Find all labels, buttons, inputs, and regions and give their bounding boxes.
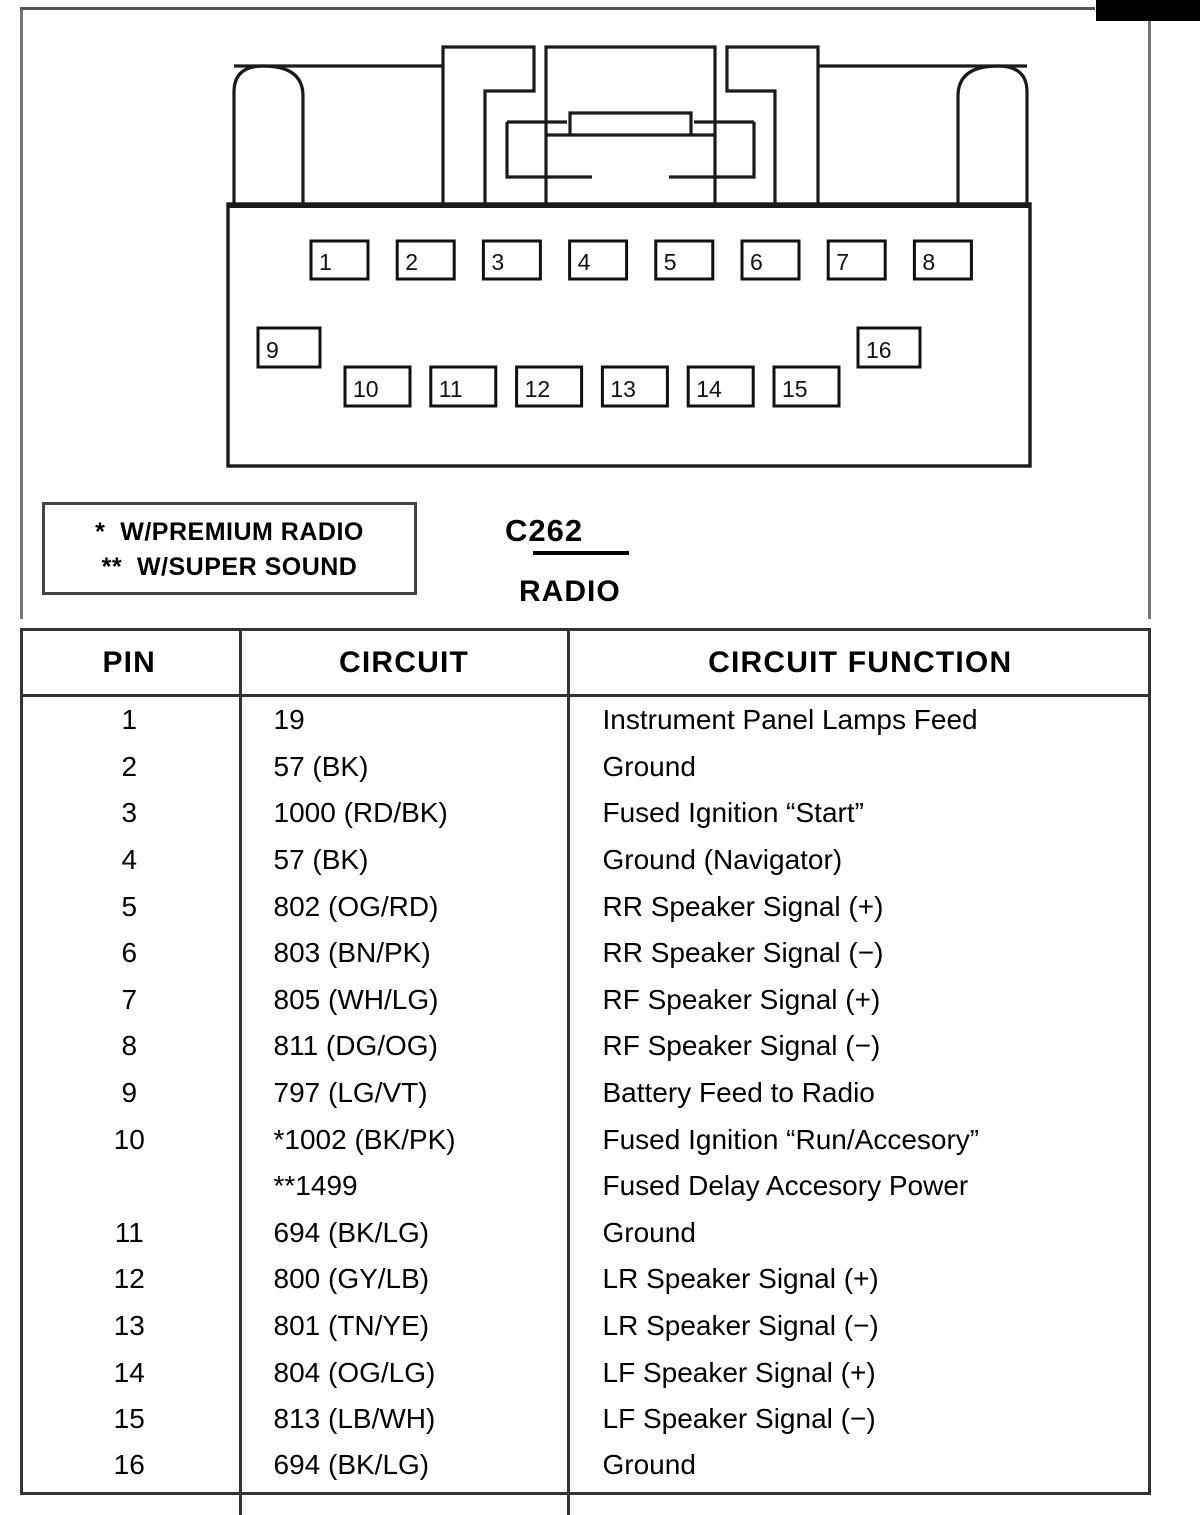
connector-latch-pad-upper (568, 111, 693, 135)
cell-pin: 13 (113, 1310, 145, 1342)
legend-box: * W/PREMIUM RADIO ** W/SUPER SOUND (42, 502, 417, 595)
cell-circuit-function: RF Speaker Signal (+) (566, 976, 1151, 1024)
cell-pin: 12 (113, 1263, 145, 1295)
table-row: 16 694 (BK/LG) Ground (20, 1442, 1151, 1515)
cell-circuit-function: LF Speaker Signal (+) (566, 1349, 1151, 1396)
cell-circuit-function: LR Speaker Signal (+) (566, 1256, 1151, 1303)
connector-latch-shoulder-left (505, 122, 592, 179)
cell-circuit: 57 (BK) (238, 743, 568, 791)
connector-left-tab (232, 64, 305, 204)
table-row: 6 803 (BN/PK) RR Speaker Signal (−) (20, 929, 1151, 977)
cell-pin: 10 (113, 1123, 145, 1155)
cell-circuit-function: Fused Delay Accesory Power (566, 1162, 1151, 1210)
cell-pin: 11 (114, 1216, 144, 1248)
page-corner-marker (1096, 0, 1200, 21)
connector-id-label: C262 (505, 513, 584, 548)
table-row: 13 801 (TN/YE) LR Speaker Signal (−) (20, 1302, 1151, 1350)
page-canvas: 12345678 9 16 10 11 12 13 14 15 * W/PREMIUM RAD… (0, 0, 1200, 1515)
pin-assignment-table: PIN CIRCUIT CIRCUIT FUNCTION 1 19 Instrume… (20, 628, 1151, 1515)
cell-circuit-function: Ground (566, 743, 1151, 791)
table-row: 11 694 (BK/LG) Ground (20, 1209, 1151, 1257)
column-header-function: CIRCUIT FUNCTION (566, 628, 1151, 697)
cell-pin: 5 (121, 890, 138, 922)
connector-diagram (226, 45, 1032, 468)
connector-latch-arm-right (725, 45, 820, 204)
cell-pin: 8 (121, 1030, 138, 1062)
cell-circuit: 801 (TN/YE) (238, 1302, 568, 1350)
connector-body (226, 202, 1032, 468)
cell-circuit: 811 (DG/OG) (238, 1023, 568, 1070)
cell-circuit: 797 (LG/VT) (238, 1069, 568, 1117)
connector-latch-shoulder-right (669, 122, 756, 179)
cell-pin: 14 (113, 1356, 145, 1388)
table-row: 10 *1002 (BK/PK) Fused Ignition “Run/Acces… (20, 1116, 1151, 1163)
cell-pin: 1 (121, 704, 138, 736)
legend-line-premium: * W/PREMIUM RADIO (95, 518, 364, 546)
cell-pin: 15 (113, 1403, 145, 1435)
cell-circuit: 813 (LB/WH) (238, 1395, 568, 1443)
connector-id-underline (533, 551, 629, 555)
cell-circuit: 800 (GY/LB) (238, 1256, 568, 1303)
legend-line-super-sound: ** W/SUPER SOUND (101, 553, 358, 581)
cell-circuit-function: LR Speaker Signal (−) (566, 1302, 1151, 1350)
column-header-circuit: CIRCUIT (238, 628, 568, 697)
table-row: **1499 Fused Delay Accesory Power (20, 1162, 1151, 1210)
table-row: 5 802 (OG/RD) RR Speaker Signal (+) (20, 883, 1151, 930)
cell-circuit: 1000 (RD/BK) (238, 790, 568, 837)
cell-circuit: 805 (WH/LG) (238, 976, 568, 1024)
cell-pin: 6 (121, 937, 138, 969)
cell-pin: 7 (121, 983, 138, 1015)
table-row: 8 811 (DG/OG) RF Speaker Signal (−) (20, 1023, 1151, 1070)
table-row: 9 797 (LG/VT) Battery Feed to Radio (20, 1069, 1151, 1117)
cell-pin: 9 (121, 1077, 138, 1109)
cell-circuit: 19 (238, 695, 568, 744)
cell-circuit-function: Ground (Navigator) (566, 836, 1151, 884)
table-row: 7 805 (WH/LG) RF Speaker Signal (+) (20, 976, 1151, 1024)
cell-circuit-function: RR Speaker Signal (−) (566, 929, 1151, 977)
cell-circuit-function: Instrument Panel Lamps Feed (566, 695, 1151, 744)
cell-pin (20, 1163, 240, 1210)
cell-circuit: 802 (OG/RD) (238, 883, 568, 930)
cell-circuit: 694 (BK/LG) (238, 1442, 568, 1515)
table-row: 4 57 (BK) Ground (Navigator) (20, 836, 1151, 884)
cell-circuit-function: Ground (566, 1442, 1151, 1515)
cell-circuit-function: RR Speaker Signal (+) (566, 883, 1151, 930)
connector-right-tab (956, 64, 1029, 204)
table-row: 3 1000 (RD/BK) Fused Ignition “Start” (20, 790, 1151, 837)
cell-circuit: 803 (BN/PK) (238, 929, 568, 977)
cell-circuit-function: Ground (566, 1209, 1151, 1257)
cell-circuit-function: RF Speaker Signal (−) (566, 1023, 1151, 1070)
cell-circuit: 804 (OG/LG) (238, 1349, 568, 1396)
cell-circuit: 694 (BK/LG) (238, 1209, 568, 1257)
table-row: 1 19 Instrument Panel Lamps Feed (20, 695, 1151, 744)
cell-pin: 2 (121, 750, 138, 782)
connector-latch-arm-left (441, 45, 536, 204)
column-header-pin: PIN (20, 628, 240, 697)
cell-pin: 4 (121, 844, 138, 876)
page-right-rule (1148, 21, 1151, 619)
cell-circuit: *1002 (BK/PK) (238, 1116, 568, 1163)
cell-circuit: 57 (BK) (238, 836, 568, 884)
cell-pin: 3 (121, 797, 138, 829)
page-top-rule (20, 7, 1095, 10)
cell-circuit-function: LF Speaker Signal (−) (566, 1395, 1151, 1443)
cell-pin: 16 (113, 1448, 145, 1480)
cell-circuit: **1499 (238, 1162, 568, 1210)
table-row: 2 57 (BK) Ground (20, 743, 1151, 791)
table-row: 14 804 (OG/LG) LF Speaker Signal (+) (20, 1349, 1151, 1396)
table-header-row: PIN CIRCUIT CIRCUIT FUNCTION (20, 628, 1151, 697)
table-row: 12 800 (GY/LB) LR Speaker Signal (+) (20, 1256, 1151, 1303)
connector-type-label: RADIO (519, 575, 621, 608)
cell-circuit-function: Fused Ignition “Run/Accesory” (566, 1116, 1151, 1163)
table-row: 15 813 (LB/WH) LF Speaker Signal (−) (20, 1395, 1151, 1443)
cell-circuit-function: Battery Feed to Radio (566, 1069, 1151, 1117)
cell-circuit-function: Fused Ignition “Start” (566, 790, 1151, 837)
